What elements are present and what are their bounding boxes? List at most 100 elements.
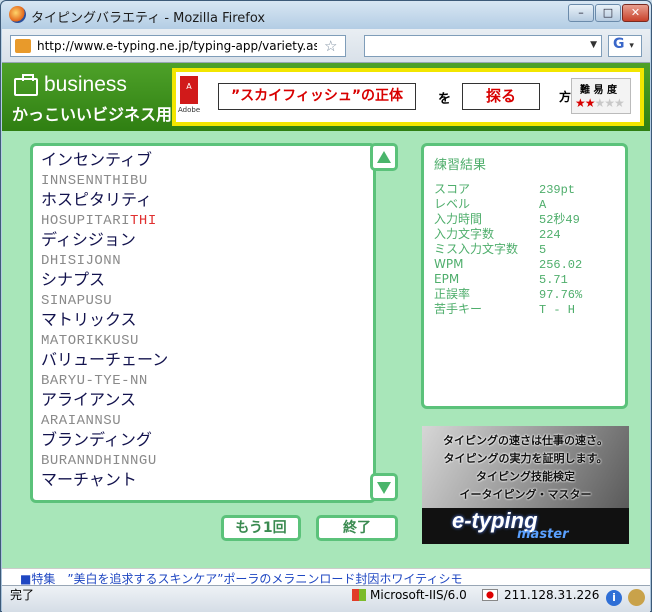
promo-line-2: タイピングの実力を証明します。 bbox=[443, 452, 608, 465]
results-heading: 練習結果 bbox=[434, 158, 487, 173]
arrow-up-icon bbox=[377, 151, 391, 163]
search-engine-button[interactable]: G ▾ bbox=[608, 35, 642, 57]
close-button[interactable]: ✕ bbox=[622, 4, 649, 22]
word-kana: インセンティブ bbox=[41, 152, 153, 169]
result-row: 入力文字数 224 bbox=[434, 227, 582, 242]
word-kana: マトリックス bbox=[41, 312, 137, 329]
retry-button[interactable]: もう1回 bbox=[221, 515, 301, 541]
japan-flag-icon bbox=[482, 589, 498, 601]
word-romaji: MATORIKKUSU bbox=[41, 331, 361, 351]
word-kana: アライアンス bbox=[41, 392, 137, 409]
result-label: WPM bbox=[434, 257, 464, 271]
feature-link-bar: ■特集 ”美白を追求するスキンケア”ポーラのメラニンロード封因ホワイティシモ bbox=[2, 568, 650, 586]
word-kana: ブランディング bbox=[41, 432, 152, 449]
addon-status-icon[interactable] bbox=[628, 589, 645, 606]
browser-window: タイピングバラエティ - Mozilla Firefox – □ ✕ http:… bbox=[0, 0, 652, 612]
romaji-typed: INNSENNTHIBU bbox=[41, 173, 148, 189]
info-icon[interactable]: i bbox=[606, 590, 622, 606]
result-value: 239pt bbox=[539, 183, 576, 197]
romaji-typed: DHISIJONN bbox=[41, 253, 122, 269]
result-value: 256.02 bbox=[539, 258, 583, 272]
result-value: T - H bbox=[539, 303, 576, 317]
result-value: 5 bbox=[539, 243, 547, 257]
result-label: スコア bbox=[434, 182, 471, 196]
adobe-logo-icon: A bbox=[180, 76, 198, 104]
windows-logo-icon bbox=[352, 589, 366, 601]
result-label: 入力文字数 bbox=[434, 227, 495, 241]
search-dropdown-icon[interactable]: ▼ bbox=[590, 40, 597, 50]
result-row: スコア 239pt bbox=[434, 182, 582, 197]
maximize-button[interactable]: □ bbox=[595, 4, 621, 22]
briefcase-icon bbox=[14, 74, 38, 96]
ad-phrase: ”スカイフィッシュ”の正体 bbox=[218, 83, 416, 110]
results-table: スコア 239pt レベル A 入力時間 52秒49 入力文字数 224 ミス入力文字数 5 WPM… bbox=[434, 182, 582, 317]
result-row: ミス入力文字数 5 bbox=[434, 242, 582, 257]
end-button[interactable]: 終了 bbox=[316, 515, 398, 541]
address-bar[interactable]: http://www.e-typing.ne.jp/typing-app/var… bbox=[10, 35, 346, 57]
result-label: レベル bbox=[434, 197, 471, 211]
result-row: 入力時間 52秒49 bbox=[434, 212, 582, 227]
result-label: 正誤率 bbox=[434, 287, 471, 301]
url-text[interactable]: http://www.e-typing.ne.jp/typing-app/var… bbox=[37, 39, 317, 53]
firefox-icon bbox=[9, 6, 26, 23]
word-romaji: BURANNDHINNGU bbox=[41, 451, 361, 471]
result-value: 224 bbox=[539, 228, 561, 242]
navigation-bar: http://www.e-typing.ne.jp/typing-app/var… bbox=[2, 29, 650, 63]
web-page: business かっこいいビジネス用語 A Adobe ”スカイフィッシュ”の… bbox=[2, 63, 650, 568]
search-input[interactable]: ▼ bbox=[364, 35, 602, 57]
result-value: 97.76% bbox=[539, 288, 583, 302]
window-title: タイピングバラエティ - Mozilla Firefox bbox=[31, 11, 266, 26]
title-bar: タイピングバラエティ - Mozilla Firefox – □ ✕ bbox=[1, 1, 651, 29]
ip-address: 211.128.31.226 bbox=[504, 588, 600, 602]
difficulty-label: 難 易 度 bbox=[580, 85, 617, 96]
site-favicon bbox=[15, 39, 31, 53]
result-label: 入力時間 bbox=[434, 212, 483, 226]
scroll-up-button[interactable] bbox=[370, 143, 398, 171]
star-filled-icon: ★★ bbox=[575, 96, 595, 110]
result-row: 苦手キー T - H bbox=[434, 302, 582, 317]
minimize-button[interactable]: – bbox=[568, 4, 594, 22]
word-romaji: HOSUPITARITHI bbox=[41, 211, 361, 231]
ad-action: 探る bbox=[462, 83, 540, 110]
word-romaji: ARAIANNSU bbox=[41, 411, 361, 431]
e-typing-logo: e-typing master bbox=[422, 508, 629, 544]
word-kana: シナプス bbox=[41, 272, 106, 289]
word-kana: バリューチェーン bbox=[41, 352, 169, 369]
scroll-down-button[interactable] bbox=[370, 473, 398, 501]
result-label: 苦手キー bbox=[434, 302, 483, 316]
e-typing-master-ad[interactable]: タイピングの速さは仕事の速さ。 タイピングの実力を証明します。 タイピング技能検… bbox=[422, 426, 629, 544]
promo-line-3: タイピング技能検定 bbox=[476, 470, 575, 483]
romaji-typed: HOSUPITARI bbox=[41, 213, 131, 229]
romaji-typed: BURANNDHINNGU bbox=[41, 453, 157, 469]
chevron-down-icon: ▾ bbox=[629, 41, 634, 51]
word-romaji: SINAPUSU bbox=[41, 291, 361, 311]
difficulty-rating: 難 易 度 ★★★★★ bbox=[571, 78, 631, 114]
word-theme-ad[interactable]: A Adobe ”スカイフィッシュ”の正体 を 探る 方法 難 易 度 ★★★★… bbox=[172, 68, 644, 126]
result-value: 52秒49 bbox=[539, 213, 580, 227]
word-list: インセンティブ INNSENNTHIBU ホスピタリティ HOSUPITARITHI デ… bbox=[41, 151, 361, 491]
result-label: EPM bbox=[434, 272, 460, 286]
result-value: 5.71 bbox=[539, 273, 568, 287]
word-list-panel: インセンティブ INNSENNTHIBU ホスピタリティ HOSUPITARITHI デ… bbox=[30, 143, 376, 503]
word-romaji: DHISIJONN bbox=[41, 251, 361, 271]
category-subtitle: かっこいいビジネス用語 bbox=[12, 105, 189, 124]
romaji-error: THI bbox=[130, 213, 157, 229]
promo-line-1: タイピングの速さは仕事の速さ。 bbox=[443, 434, 608, 447]
romaji-typed: ARAIANNSU bbox=[41, 413, 122, 429]
server-info: Microsoft-IIS/6.0 bbox=[352, 588, 467, 602]
word-kana: マーチャント bbox=[41, 472, 137, 489]
category-banner: business かっこいいビジネス用語 A Adobe ”スカイフィッシュ”の… bbox=[2, 63, 650, 131]
word-romaji: BARYU-TYE-NN bbox=[41, 371, 361, 391]
difficulty-stars: ★★★★★ bbox=[575, 96, 625, 110]
result-row: WPM 256.02 bbox=[434, 257, 582, 272]
word-romaji: INNSENNTHIBU bbox=[41, 171, 361, 191]
star-empty-icon: ★★★ bbox=[594, 96, 625, 110]
scroll-track[interactable] bbox=[377, 175, 391, 471]
server-name: Microsoft-IIS/6.0 bbox=[370, 588, 467, 602]
result-label: ミス入力文字数 bbox=[434, 242, 519, 256]
result-row: 正誤率 97.76% bbox=[434, 287, 582, 302]
ip-info: 211.128.31.226 bbox=[482, 588, 599, 602]
results-panel: 練習結果 スコア 239pt レベル A 入力時間 52秒49 入力文字数 224 ミス入力文字… bbox=[421, 143, 628, 409]
word-kana: ディシジョン bbox=[41, 232, 136, 249]
bookmark-star-icon[interactable]: ☆ bbox=[324, 37, 337, 55]
